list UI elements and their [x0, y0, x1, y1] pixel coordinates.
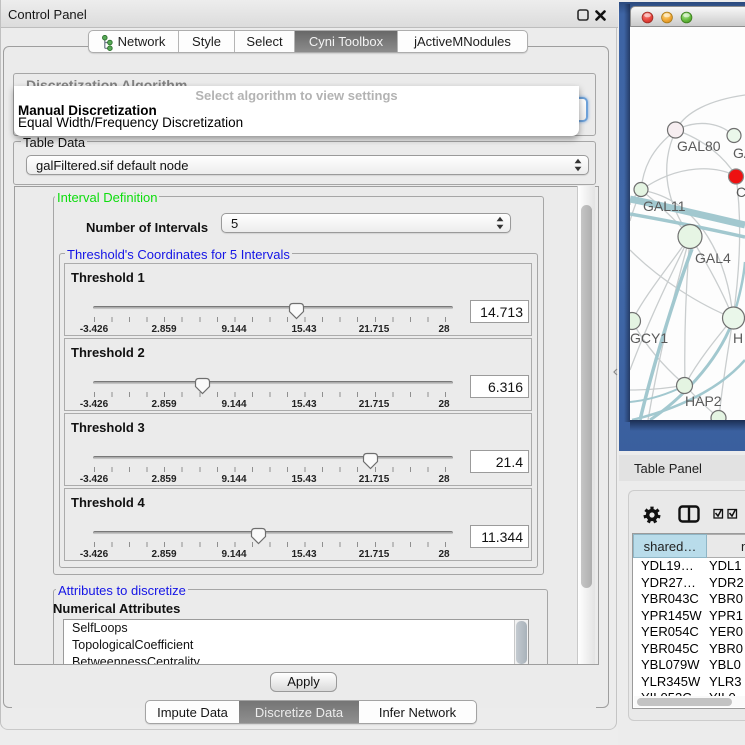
svg-text:C: C: [736, 184, 745, 200]
svg-text:HAP2: HAP2: [685, 393, 722, 409]
svg-text:GCY1: GCY1: [630, 330, 668, 346]
svg-text:GAL11: GAL11: [643, 198, 686, 214]
svg-text:GAL80: GAL80: [677, 138, 721, 154]
svg-text:GA: GA: [733, 145, 745, 161]
svg-text:H: H: [733, 330, 743, 346]
svg-text:GAL4: GAL4: [695, 250, 731, 266]
